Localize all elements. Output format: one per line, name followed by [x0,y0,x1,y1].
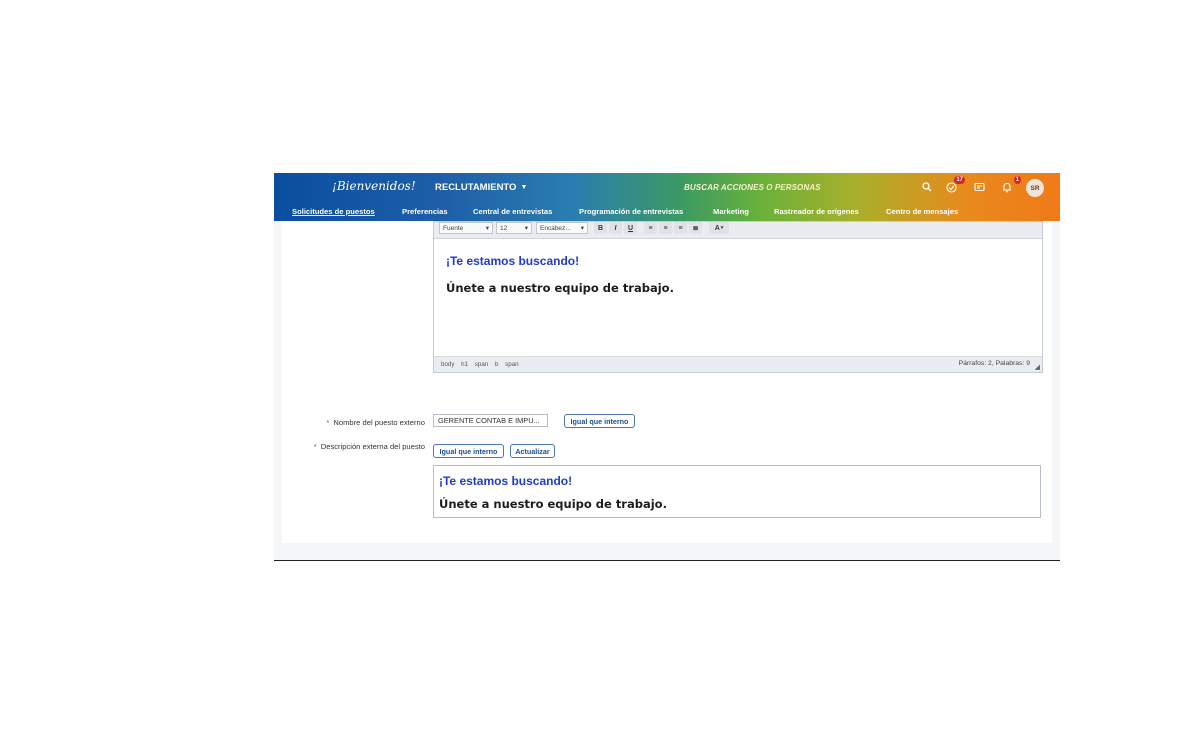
element-path: body h1 span b span [441,361,524,368]
sub-navigation: Solicitudes de puestos Preferencias Cent… [274,207,1060,221]
heading-select-value: Encabez... [540,224,571,232]
editor-toolbar: Fuente ▾ 12 ▾ Encabez... ▾ B I U ≡ ≡ ≡ ≣ [434,222,1042,239]
nav-item-centro-mensajes[interactable]: Centro de mensajes [886,207,958,216]
nav-item-marketing[interactable]: Marketing [713,207,749,216]
path-item[interactable]: h1 [461,361,468,368]
external-description-preview: ¡Te estamos buscando! Únete a nuestro eq… [433,465,1041,518]
apps-icon[interactable] [972,180,986,194]
company-logo[interactable]: ¡Bienvenidos! [332,179,416,193]
chevron-down-icon: ▾ [485,225,489,232]
same-as-internal-description-button[interactable]: Igual que interno [433,444,504,458]
avatar[interactable]: SR [1026,179,1044,197]
preview-heading-text: ¡Te estamos buscando! [439,474,573,488]
path-item[interactable]: span [475,361,488,368]
editor-body-text[interactable]: Únete a nuestro equipo de trabajo. [446,281,674,295]
font-select-value: Fuente [443,224,464,232]
word-count: Párrafos: 2, Palabras: 9 [958,360,1030,367]
chevron-down-icon: ▾ [720,225,724,231]
nav-item-programacion-entrevistas[interactable]: Programación de entrevistas [579,207,683,216]
path-item[interactable]: b [495,361,498,368]
main-content: Fuente ▾ 12 ▾ Encabez... ▾ B I U ≡ ≡ ≡ ≣ [282,221,1052,543]
required-marker: * [313,442,317,451]
internal-description-editor[interactable]: Fuente ▾ 12 ▾ Encabez... ▾ B I U ≡ ≡ ≡ ≣ [433,221,1043,373]
justify-button[interactable]: ≣ [689,222,702,234]
update-button[interactable]: Actualizar [510,444,555,458]
font-color-button[interactable]: A ▾ [709,222,729,234]
todo-badge: 17 [954,176,965,184]
external-name-label-text: Nombre del puesto externo [333,418,425,427]
editor-statusbar: body h1 span b span Párrafos: 2, Palabra… [434,356,1042,372]
preview-body-text: Únete a nuestro equipo de trabajo. [439,497,667,511]
chevron-down-icon: ▼ [520,184,528,191]
nav-item-preferencias[interactable]: Preferencias [402,207,448,216]
top-header: ¡Bienvenidos! RECLUTAMIENTO ▼ BUSCAR ACC… [274,173,1060,221]
align-right-button[interactable]: ≡ [674,222,687,234]
module-switcher[interactable]: RECLUTAMIENTO ▼ [435,182,527,193]
underline-button[interactable]: U [624,222,637,234]
divider [274,560,1060,561]
path-item[interactable]: span [505,361,518,368]
heading-select[interactable]: Encabez... ▾ [536,222,588,234]
font-color-label: A [714,224,720,232]
notification-badge: 1 [1013,176,1021,184]
nav-item-central-entrevistas[interactable]: Central de entrevistas [473,207,552,216]
todo-icon[interactable]: 17 [944,176,965,194]
align-center-button[interactable]: ≡ [659,222,672,234]
bell-icon[interactable]: 1 [1000,176,1021,194]
external-description-label-text: Descripción externa del puesto [320,442,425,451]
align-left-button[interactable]: ≡ [644,222,657,234]
nav-item-solicitudes[interactable]: Solicitudes de puestos [292,207,375,216]
external-name-input[interactable]: GERENTE CONTAB E IMPU... [433,414,548,427]
required-marker: * [326,418,330,427]
external-name-label: * Nombre del puesto externo [326,418,425,427]
editor-heading-text[interactable]: ¡Te estamos buscando! [446,254,579,268]
global-search-input[interactable]: BUSCAR ACCIONES O PERSONAS [684,183,821,192]
nav-item-rastreador-origenes[interactable]: Rastreador de orígenes [774,207,859,216]
bold-button[interactable]: B [594,222,607,234]
external-description-label: * Descripción externa del puesto [314,442,425,451]
path-item[interactable]: body [441,361,454,368]
search-icon[interactable] [920,180,934,194]
resize-handle-icon[interactable]: ◢ [1035,363,1040,371]
font-size-select[interactable]: 12 ▾ [496,222,532,234]
same-as-internal-name-button[interactable]: Igual que interno [564,414,635,428]
chevron-down-icon: ▾ [524,225,528,232]
font-select[interactable]: Fuente ▾ [439,222,493,234]
italic-button[interactable]: I [609,222,622,234]
font-size-value: 12 [500,224,508,232]
chevron-down-icon: ▾ [580,225,584,232]
module-label: RECLUTAMIENTO [435,182,517,193]
recruiting-app-window: ¡Bienvenidos! RECLUTAMIENTO ▼ BUSCAR ACC… [274,173,1060,561]
